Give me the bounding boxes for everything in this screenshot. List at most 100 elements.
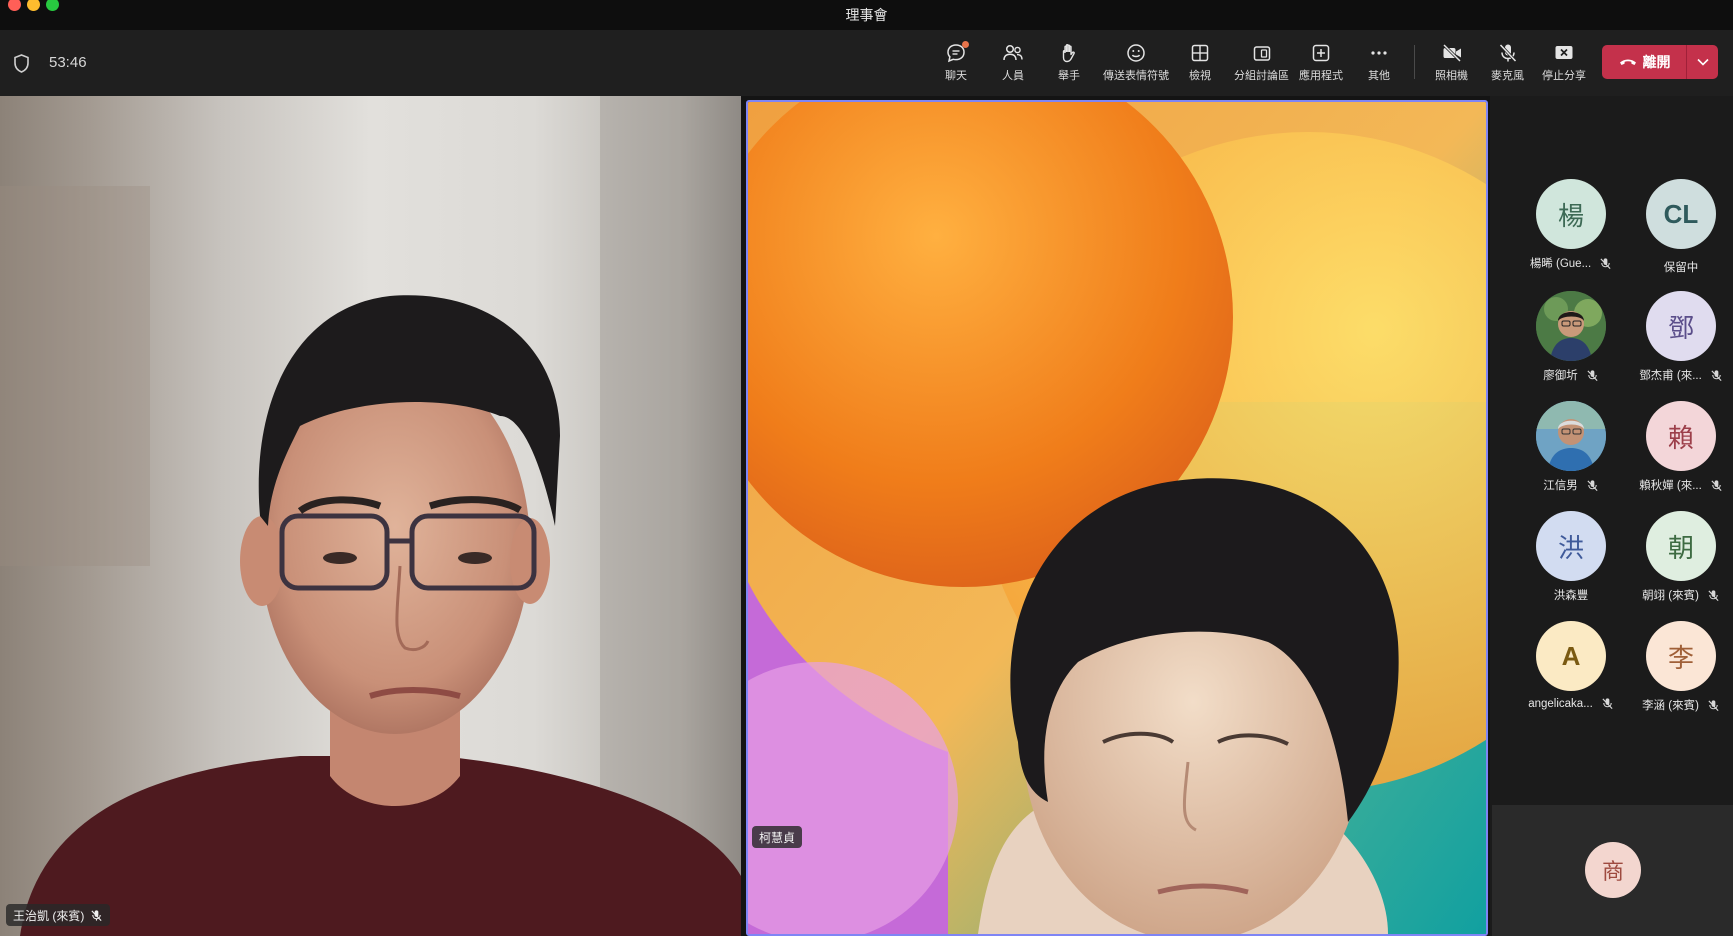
reactions-label: 傳送表情符號 [1103, 70, 1169, 82]
raise-hand-label: 舉手 [1058, 70, 1080, 82]
overflow-avatar[interactable]: 商 [1585, 842, 1641, 898]
mic-label: 麥克風 [1491, 70, 1524, 82]
mic-off-icon [1498, 43, 1517, 63]
shield-icon[interactable] [13, 54, 30, 73]
mic-muted-icon [1711, 369, 1722, 381]
active-speaker-video-feed [748, 102, 1486, 934]
raise-hand-button[interactable]: 舉手 [1058, 42, 1080, 92]
more-button[interactable]: 其他 [1368, 42, 1390, 92]
participant-item[interactable]: 洪 洪森豐 [1516, 511, 1626, 603]
avatar [1536, 401, 1606, 471]
stop-share-label: 停止分享 [1542, 70, 1586, 82]
participant-item[interactable]: 楊 楊晞 (Gue... [1516, 179, 1626, 271]
participant-name: 王治凱 (來賓) [13, 908, 85, 923]
view-label: 檢視 [1189, 70, 1211, 82]
apps-button[interactable]: 應用程式 [1299, 42, 1343, 92]
more-icon [1371, 51, 1387, 55]
active-speaker-video-tile[interactable]: 柯慧貞 [746, 100, 1488, 936]
participant-item[interactable]: 賴 賴秋嬋 (來... [1626, 401, 1733, 493]
breakout-rooms-label: 分組討論區 [1234, 70, 1289, 82]
participant-name-row: angelicaka... [1511, 697, 1631, 710]
leave-main-button[interactable]: 離開 [1602, 45, 1686, 79]
participant-name: 楊晞 (Gue... [1529, 258, 1592, 270]
unread-badge [962, 41, 969, 48]
participant-name: 江信男 [1543, 480, 1578, 492]
avatar: CL [1646, 179, 1716, 249]
leave-options-button[interactable] [1687, 45, 1718, 79]
participant-item[interactable]: 朝 朝翊 (來賓) [1626, 511, 1733, 603]
mic-muted-icon [1708, 699, 1719, 711]
camera-button[interactable]: 照相機 [1435, 42, 1468, 92]
people-label: 人員 [1002, 70, 1024, 82]
hang-up-icon [1619, 59, 1636, 65]
participant-name-row: 洪森豐 [1511, 587, 1631, 603]
participant-name-row: 賴秋嬋 (來... [1621, 477, 1733, 493]
add-app-icon [1312, 44, 1330, 62]
mic-muted-icon [1587, 369, 1598, 381]
meeting-toolbar: 53:46 聊天 人員 舉手 傳送表情符號 檢視 分組討論區 應用程式 其他 照… [0, 30, 1733, 96]
camera-label: 照相機 [1435, 70, 1468, 82]
people-button[interactable]: 人員 [1002, 42, 1024, 92]
participant-item[interactable]: 鄧 鄧杰甫 (來... [1626, 291, 1733, 383]
meeting-timer: 53:46 [49, 54, 87, 71]
leave-button[interactable]: 離開 [1602, 45, 1718, 79]
stop-share-icon [1555, 46, 1573, 59]
avatar [1536, 291, 1606, 361]
participant-item[interactable]: 廖御圻 [1516, 291, 1626, 383]
breakout-rooms-icon [1253, 46, 1270, 61]
avatar: 賴 [1646, 401, 1716, 471]
window-title: 理事會 [845, 7, 888, 23]
participant-item[interactable]: A angelicaka... [1516, 621, 1626, 710]
mic-muted-icon [1600, 257, 1611, 269]
participant-name: 朝翊 (來賓) [1642, 590, 1699, 602]
participant-name: 鄧杰甫 (來... [1639, 370, 1702, 382]
participant-name: 洪森豐 [1553, 590, 1589, 602]
participant-item[interactable]: 李 李涵 (來賓) [1626, 621, 1733, 713]
chat-button[interactable]: 聊天 [945, 41, 969, 92]
mic-button[interactable]: 麥克風 [1491, 42, 1524, 92]
chat-label: 聊天 [945, 70, 967, 82]
mic-muted-icon [1711, 479, 1722, 491]
active-speaker-name-tag: 柯慧貞 [752, 826, 803, 848]
hand-icon [1062, 44, 1075, 63]
participant-name-tag: 王治凱 (來賓) [6, 904, 111, 926]
avatar: 李 [1646, 621, 1716, 691]
participant-name-row: 江信男 [1511, 477, 1631, 493]
participant-name: 賴秋嬋 (來... [1639, 480, 1702, 492]
avatar: A [1536, 621, 1606, 691]
apps-label: 應用程式 [1299, 70, 1343, 82]
participant-name-row: 廖御圻 [1511, 367, 1631, 383]
participant-name: 李涵 (來賓) [1642, 700, 1699, 712]
people-icon [1003, 44, 1023, 61]
grid-view-icon [1191, 44, 1209, 62]
mic-muted-icon [91, 909, 102, 921]
participant-name: 保留中 [1663, 262, 1699, 274]
smiley-icon [1127, 44, 1145, 62]
avatar: 洪 [1536, 511, 1606, 581]
view-button[interactable]: 檢視 [1189, 42, 1211, 92]
chevron-down-icon [1696, 58, 1709, 66]
participant-item[interactable]: CL 保留中 [1626, 179, 1733, 275]
participant-video-tile[interactable]: 王治凱 (來賓) [0, 96, 741, 936]
toolbar-divider [1414, 45, 1415, 79]
leave-label: 離開 [1642, 54, 1671, 70]
teams-meeting-window: 理事會 53:46 聊天 人員 舉手 傳送表情符號 檢視 分組討論區 應用程式 … [0, 0, 1733, 936]
participant-name-row: 朝翊 (來賓) [1621, 587, 1733, 603]
participant-name-row: 保留中 [1621, 259, 1733, 275]
participant-name: angelicaka... [1528, 697, 1593, 710]
breakout-rooms-button[interactable]: 分組討論區 [1234, 42, 1289, 92]
chat-icon [945, 41, 969, 64]
mic-muted-icon [1587, 479, 1598, 491]
participant-item[interactable]: 江信男 [1516, 401, 1626, 493]
participant-name: 廖御圻 [1543, 370, 1578, 382]
stop-share-button[interactable]: 停止分享 [1542, 42, 1586, 92]
avatar: 楊 [1536, 179, 1606, 249]
mic-muted-icon [1708, 589, 1719, 601]
title-bar: 理事會 [0, 0, 1733, 30]
participant-video-feed [0, 96, 741, 936]
reactions-button[interactable]: 傳送表情符號 [1103, 42, 1169, 92]
more-label: 其他 [1368, 70, 1390, 82]
participant-name-row: 楊晞 (Gue... [1511, 255, 1631, 271]
profile-photo [1536, 401, 1606, 471]
active-speaker-name: 柯慧貞 [759, 830, 796, 845]
